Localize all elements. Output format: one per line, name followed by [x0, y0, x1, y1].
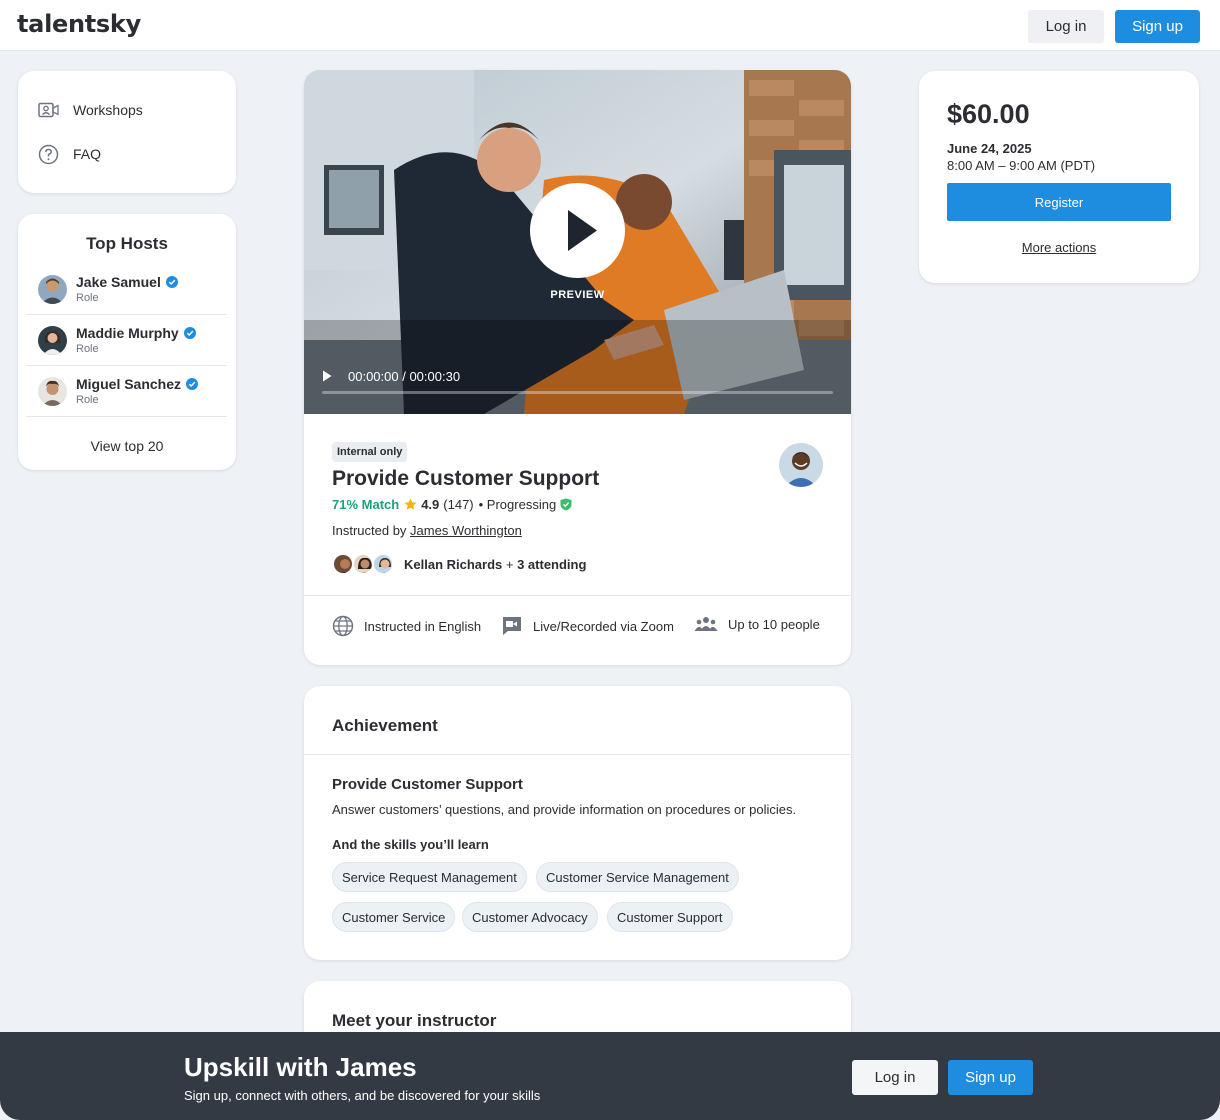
divider	[304, 595, 851, 596]
star-icon	[404, 498, 417, 510]
instructor-avatar[interactable]	[779, 443, 823, 487]
register-button[interactable]: Register	[947, 183, 1171, 221]
host-role: Role	[76, 394, 99, 406]
avatar	[38, 377, 67, 406]
instructor-link[interactable]: James Worthington	[410, 523, 522, 538]
course-meta: 71% Match 4.9 (147) • Progressing	[332, 497, 572, 512]
feature-label: Live/Recorded via Zoom	[533, 618, 674, 634]
sidebar-item-faq[interactable]: FAQ	[38, 142, 101, 166]
avatar	[38, 275, 67, 304]
sidebar-item-workshops[interactable]: Workshops	[38, 98, 143, 122]
host-item[interactable]: Jake Samuel Role	[26, 264, 227, 315]
avatar	[372, 553, 394, 575]
feature-label: Instructed in English	[364, 618, 482, 634]
achievement-card: Achievement Provide Customer Support Ans…	[304, 686, 851, 960]
skill-chip[interactable]: Customer Advocacy	[462, 902, 598, 932]
avatar	[332, 553, 354, 575]
top-hosts-card: Top Hosts Jake Samuel Role Maddie Murphy…	[18, 214, 236, 470]
login-button[interactable]: Log in	[1028, 10, 1104, 43]
achievement-name: Provide Customer Support	[332, 776, 523, 793]
host-role: Role	[76, 343, 99, 355]
attendees-row[interactable]: Kellan Richards + 3 attending	[332, 553, 586, 575]
session-date: June 24, 2025	[947, 141, 1032, 156]
banner-subtitle: Sign up, connect with others, and be dis…	[184, 1088, 541, 1103]
top-nav: talentsky Log in Sign up	[0, 0, 1220, 51]
achievement-title: Achievement	[332, 716, 438, 735]
verified-icon	[165, 276, 178, 288]
logo[interactable]: talentsky	[17, 10, 141, 38]
course-title: Provide Customer Support	[332, 467, 600, 490]
shield-check-icon	[560, 498, 572, 511]
attending-count: 3 attending	[517, 556, 587, 572]
signup-button[interactable]: Sign up	[1115, 10, 1200, 43]
avatar	[38, 326, 67, 355]
video-chat-icon	[503, 617, 521, 635]
host-name: Maddie Murphy	[76, 325, 179, 341]
feature-label: Up to 10 people	[728, 616, 820, 632]
divider	[304, 754, 851, 755]
host-item[interactable]: Miguel Sanchez Role	[26, 366, 227, 417]
rating-value: 4.9	[421, 497, 440, 512]
session-time: 8:00 AM – 9:00 AM (PDT)	[947, 158, 1096, 173]
host-name: Miguel Sanchez	[76, 376, 182, 392]
video-time: 00:00:00 / 00:00:30	[348, 368, 461, 384]
internal-badge: Internal only	[332, 442, 408, 462]
achievement-description: Answer customers’ questions, and provide…	[332, 802, 797, 817]
host-item[interactable]: Maddie Murphy Role	[26, 315, 227, 366]
banner-signup-button[interactable]: Sign up	[948, 1060, 1033, 1095]
signup-banner: Upskill with James Sign up, connect with…	[0, 1032, 1220, 1120]
sidebar-item-label: Workshops	[73, 102, 143, 118]
feature-delivery: Live/Recorded via Zoom	[501, 615, 674, 637]
play-icon	[568, 210, 597, 251]
view-top-link[interactable]: View top 20	[18, 438, 236, 454]
pricing-card: $60.00 June 24, 2025 8:00 AM – 9:00 AM (…	[919, 71, 1199, 283]
course-card: PREVIEW 00:00:00 / 00:00:30 Internal onl…	[304, 70, 851, 665]
skill-chip[interactable]: Service Request Management	[332, 862, 527, 892]
play-preview-button[interactable]	[530, 183, 625, 278]
skills-title: And the skills you’ll learn	[332, 837, 489, 852]
instructor-section-title: Meet your instructor	[332, 1011, 497, 1030]
sidebar-menu: Workshops FAQ	[18, 71, 236, 193]
match-score: 71% Match	[332, 497, 400, 512]
video-progress-bar[interactable]	[322, 391, 833, 394]
avatar	[352, 553, 374, 575]
attendee-avatars	[332, 553, 396, 575]
more-actions-link[interactable]: More actions	[919, 240, 1199, 255]
play-small-icon[interactable]	[322, 370, 332, 382]
review-count: (147)	[443, 497, 474, 512]
globe-icon	[332, 615, 354, 637]
video-player[interactable]: PREVIEW 00:00:00 / 00:00:30	[304, 70, 851, 414]
host-name: Jake Samuel	[76, 274, 161, 290]
feature-capacity: Up to 10 people	[694, 615, 820, 633]
skill-chip[interactable]: Customer Support	[607, 902, 733, 932]
top-hosts-title: Top Hosts	[86, 234, 168, 253]
instructed-by: Instructed by James Worthington	[332, 523, 522, 538]
sidebar-item-label: FAQ	[73, 146, 102, 162]
verified-icon	[186, 378, 199, 390]
skill-chip[interactable]: Customer Service Management	[536, 862, 739, 892]
question-circle-icon	[38, 144, 59, 164]
attendee-name: Kellan Richards	[404, 556, 503, 572]
skill-chip[interactable]: Customer Service	[332, 902, 456, 932]
video-controls: 00:00:00 / 00:00:30	[322, 368, 460, 384]
banner-login-button[interactable]: Log in	[852, 1060, 938, 1095]
progress-status: • Progressing	[478, 497, 557, 512]
video-camera-icon	[38, 102, 59, 117]
banner-title: Upskill with James	[184, 1052, 417, 1082]
feature-language: Instructed in English	[332, 615, 481, 637]
host-role: Role	[76, 292, 99, 304]
people-icon	[694, 617, 718, 631]
preview-label: PREVIEW	[550, 289, 605, 301]
verified-icon	[183, 327, 196, 339]
price: $60.00	[947, 99, 1030, 129]
